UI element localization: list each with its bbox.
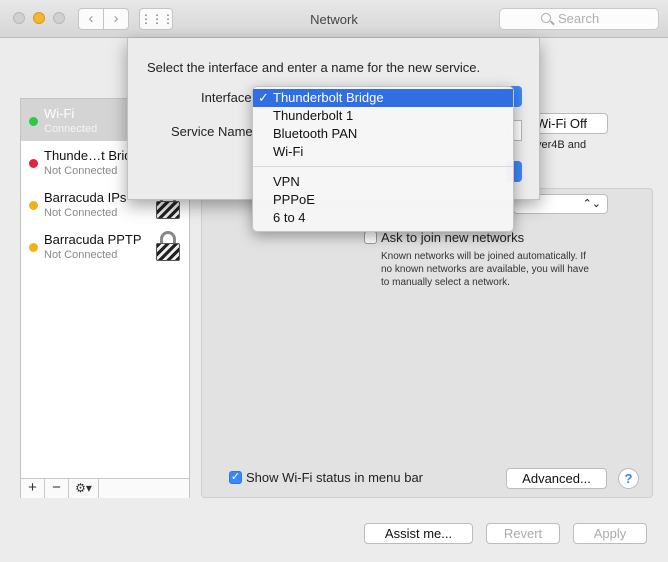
vpn-lock-icon [156, 231, 180, 261]
sidebar-toolbar: + − ⚙▾ [21, 478, 189, 498]
help-button[interactable]: ? [618, 468, 639, 489]
add-service-button[interactable]: + [21, 479, 45, 498]
apply-button[interactable]: Apply [573, 523, 647, 544]
search-icon [541, 13, 551, 23]
menu-item-pppoe[interactable]: PPPoE [253, 191, 513, 209]
status-dot-icon [29, 243, 38, 252]
menu-item-6to4[interactable]: 6 to 4 [253, 209, 513, 227]
menu-item-thunderbolt-bridge[interactable]: ✓ Thunderbolt Bridge [253, 89, 513, 107]
sheet-prompt: Select the interface and enter a name fo… [147, 60, 481, 75]
service-name-label: Service Name [171, 124, 253, 139]
menu-item-thunderbolt-1[interactable]: Thunderbolt 1 [253, 107, 513, 125]
chevron-up-down-icon: ⌃⌄ [582, 198, 601, 210]
gear-icon: ⚙▾ [75, 481, 92, 495]
status-dot-icon [29, 201, 38, 210]
menu-separator [253, 166, 513, 167]
checkmark-icon: ✓ [258, 90, 269, 105]
menu-item-vpn[interactable]: VPN [253, 173, 513, 191]
interface-label: Interface [201, 90, 252, 105]
revert-button[interactable]: Revert [486, 523, 560, 544]
title-bar: ‹ › ⋮⋮⋮ Network Search [0, 0, 668, 38]
status-dot-icon [29, 159, 38, 168]
ask-join-label: Ask to join new networks [381, 230, 525, 245]
interface-dropdown-menu: ✓ Thunderbolt Bridge Thunderbolt 1 Bluet… [252, 86, 514, 232]
search-placeholder: Search [558, 11, 600, 26]
service-status: Not Connected [44, 249, 118, 261]
remove-service-button[interactable]: − [45, 479, 69, 498]
advanced-button[interactable]: Advanced... [506, 468, 607, 489]
service-status: Not Connected [44, 165, 118, 177]
ask-join-description: Known networks will be joined automatica… [381, 251, 586, 262]
service-name: Thunde…t Brid [44, 148, 132, 163]
ask-join-checkbox[interactable] [364, 231, 377, 244]
show-wifi-status-label: Show Wi-Fi status in menu bar [246, 470, 424, 485]
service-name: Wi-Fi [44, 106, 75, 121]
menu-item-bluetooth-pan[interactable]: Bluetooth PAN [253, 125, 513, 143]
menu-item-wifi[interactable]: Wi-Fi [253, 143, 513, 161]
ask-join-description: no known networks are available, you wil… [381, 264, 589, 275]
network-info-text: ver4B and [536, 139, 587, 151]
search-field[interactable]: Search [499, 8, 659, 30]
service-name: Barracuda IPs [44, 190, 127, 205]
service-status: Not Connected [44, 207, 118, 219]
service-name: Barracuda PPTP [44, 232, 142, 247]
menu-item-label: Thunderbolt Bridge [273, 90, 384, 105]
service-status: Connected [44, 123, 98, 135]
show-wifi-status-checkbox[interactable]: ✓ [229, 471, 242, 484]
ask-join-description: to manually select a network. [381, 277, 510, 288]
gear-menu-button[interactable]: ⚙▾ [69, 479, 99, 498]
service-item-barracuda-pptp[interactable]: Barracuda PPTP Not Connected [21, 225, 189, 267]
assist-me-button[interactable]: Assist me... [364, 523, 473, 544]
status-dot-icon [29, 117, 38, 126]
